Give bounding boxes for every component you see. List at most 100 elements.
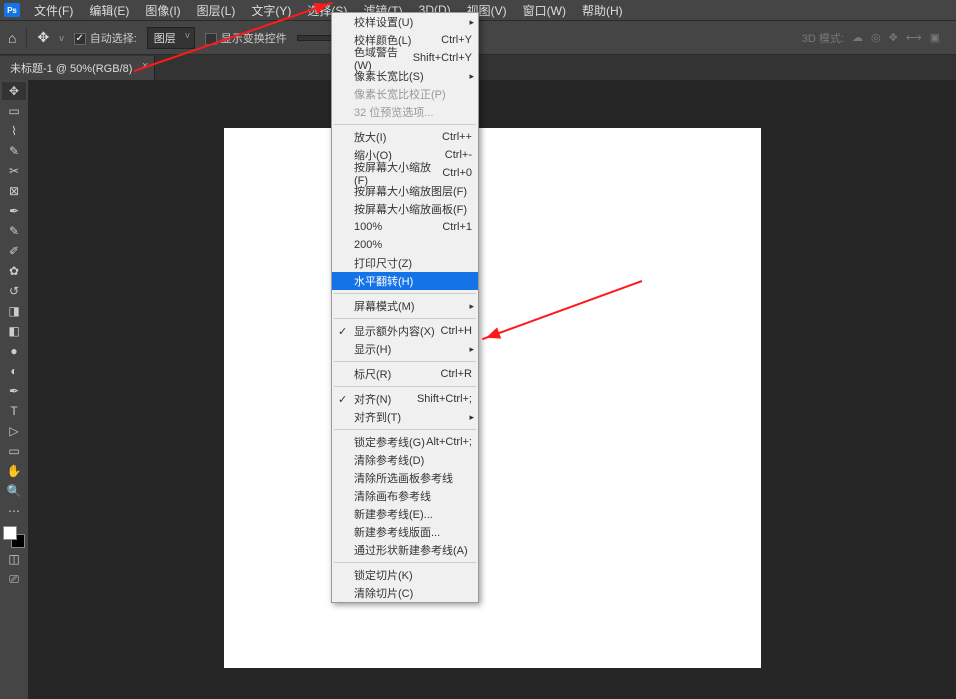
menu-item-9[interactable]: 按屏幕大小缩放(F)Ctrl+0: [332, 164, 478, 182]
menu-item-shortcut: Ctrl+H: [441, 325, 472, 337]
menu-item-36[interactable]: 清除切片(C): [332, 584, 478, 602]
stamp-tool[interactable]: ✿: [2, 262, 26, 280]
menu-item-label: 打印尺寸(Z): [354, 255, 472, 271]
screenmode-tool[interactable]: ⎚: [2, 570, 26, 588]
menu-item-12[interactable]: 100%Ctrl+1: [332, 218, 478, 236]
menu-item-25[interactable]: 对齐到(T)▸: [332, 408, 478, 426]
menu-item-label: 对齐到(T): [354, 409, 472, 425]
menu-item-20[interactable]: 显示(H)▸: [332, 340, 478, 358]
menu-item-19[interactable]: ✓显示额外内容(X)Ctrl+H: [332, 322, 478, 340]
menu-item-5: 32 位预览选项...: [332, 103, 478, 121]
quick-select-tool[interactable]: ✎: [2, 142, 26, 160]
menu-item-label: 显示(H): [354, 341, 472, 357]
frame-tool[interactable]: ⊠: [2, 182, 26, 200]
menu-item-label: 清除画布参考线: [354, 488, 472, 504]
ps-logo-icon: Ps: [4, 3, 20, 17]
history-brush-tool[interactable]: ↺: [2, 282, 26, 300]
move-tool-icon: ✥: [37, 29, 49, 46]
marquee-tool[interactable]: ▭: [2, 102, 26, 120]
3d-orbit-icon[interactable]: ☁: [852, 31, 863, 44]
menu-item-7[interactable]: 放大(I)Ctrl++: [332, 128, 478, 146]
edit-toolbar[interactable]: ⋯: [2, 502, 26, 520]
shape-tool[interactable]: ▭: [2, 442, 26, 460]
3d-camera-icon[interactable]: ▣: [930, 31, 940, 44]
menu-edit[interactable]: 编辑(E): [81, 0, 137, 21]
menu-item-shortcut: Ctrl+-: [445, 149, 472, 161]
menu-item-label: 像素长宽比(S): [354, 68, 472, 84]
menu-item-32[interactable]: 新建参考线版面...: [332, 523, 478, 541]
menu-item-label: 通过形状新建参考线(A): [354, 542, 472, 558]
menu-item-24[interactable]: ✓对齐(N)Shift+Ctrl+;: [332, 390, 478, 408]
menu-item-shortcut: Ctrl+R: [441, 368, 472, 380]
menu-item-11[interactable]: 按屏幕大小缩放画板(F): [332, 200, 478, 218]
3d-rotate-icon[interactable]: ◎: [871, 31, 881, 44]
menu-item-27[interactable]: 锁定参考线(G)Alt+Ctrl+;: [332, 433, 478, 451]
menu-item-29[interactable]: 清除所选画板参考线: [332, 469, 478, 487]
3d-pan-icon[interactable]: ✥: [889, 31, 898, 44]
menu-item-10[interactable]: 按屏幕大小缩放图层(F): [332, 182, 478, 200]
eyedropper-tool[interactable]: ✒: [2, 202, 26, 220]
zoom-tool[interactable]: 🔍: [2, 482, 26, 500]
menu-separator: [334, 318, 476, 319]
menu-item-2[interactable]: 色域警告(W)Shift+Ctrl+Y: [332, 49, 478, 67]
menu-separator: [334, 124, 476, 125]
menu-item-22[interactable]: 标尺(R)Ctrl+R: [332, 365, 478, 383]
menu-item-4: 像素长宽比校正(P): [332, 85, 478, 103]
menu-item-35[interactable]: 锁定切片(K): [332, 566, 478, 584]
menu-item-label: 锁定参考线(G): [354, 434, 426, 450]
submenu-arrow-icon: ▸: [469, 71, 474, 82]
menu-item-13[interactable]: 200%: [332, 236, 478, 254]
menu-item-shortcut: Ctrl+0: [442, 167, 472, 179]
3d-slide-icon[interactable]: ⟷: [906, 31, 922, 44]
menu-item-14[interactable]: 打印尺寸(Z): [332, 254, 478, 272]
document-tab[interactable]: 未标题-1 @ 50%(RGB/8): [0, 56, 155, 80]
healing-tool[interactable]: ✎: [2, 222, 26, 240]
menu-item-label: 清除参考线(D): [354, 452, 472, 468]
menu-item-0[interactable]: 校样设置(U)▸: [332, 13, 478, 31]
menu-item-label: 标尺(R): [354, 366, 441, 382]
menu-item-33[interactable]: 通过形状新建参考线(A): [332, 541, 478, 559]
layer-dropdown[interactable]: 图层: [147, 27, 195, 49]
eraser-tool[interactable]: ◨: [2, 302, 26, 320]
menu-item-30[interactable]: 清除画布参考线: [332, 487, 478, 505]
canvas[interactable]: [224, 128, 761, 668]
brush-tool[interactable]: ✐: [2, 242, 26, 260]
hand-tool[interactable]: ✋: [2, 462, 26, 480]
menu-item-label: 显示额外内容(X): [354, 323, 441, 339]
menu-item-3[interactable]: 像素长宽比(S)▸: [332, 67, 478, 85]
move-tool[interactable]: ✥: [2, 82, 26, 100]
blur-tool[interactable]: ●: [2, 342, 26, 360]
color-swatches[interactable]: [3, 526, 25, 548]
menu-item-label: 按屏幕大小缩放图层(F): [354, 183, 472, 199]
menu-separator: [334, 361, 476, 362]
pen-tool[interactable]: ✒: [2, 382, 26, 400]
menu-item-shortcut: Shift+Ctrl+;: [417, 393, 472, 405]
menu-item-label: 清除所选画板参考线: [354, 470, 472, 486]
lasso-tool[interactable]: ⌇: [2, 122, 26, 140]
auto-select-checkbox[interactable]: [74, 33, 86, 45]
menu-item-17[interactable]: 屏幕模式(M)▸: [332, 297, 478, 315]
path-select-tool[interactable]: ▷: [2, 422, 26, 440]
menu-separator: [334, 562, 476, 563]
quickmask-tool[interactable]: ◫: [2, 550, 26, 568]
menu-help[interactable]: 帮助(H): [574, 0, 631, 21]
menu-item-31[interactable]: 新建参考线(E)...: [332, 505, 478, 523]
text-tool[interactable]: T: [2, 402, 26, 420]
menu-layer[interactable]: 图层(L): [189, 0, 244, 21]
toolbox: ✥ ▭ ⌇ ✎ ✂ ⊠ ✒ ✎ ✐ ✿ ↺ ◨ ◧ ● ◐ ✒ T ▷ ▭ ✋ …: [0, 80, 28, 699]
menu-window[interactable]: 窗口(W): [515, 0, 574, 21]
menu-item-shortcut: Ctrl+1: [442, 221, 472, 233]
home-icon[interactable]: ⌂: [8, 30, 16, 46]
menu-image[interactable]: 图像(I): [137, 0, 188, 21]
menu-item-15[interactable]: 水平翻转(H): [332, 272, 478, 290]
3d-mode-label: 3D 模式:: [802, 30, 844, 46]
menu-separator: [334, 293, 476, 294]
crop-tool[interactable]: ✂: [2, 162, 26, 180]
menu-file[interactable]: 文件(F): [26, 0, 81, 21]
foreground-swatch[interactable]: [3, 526, 17, 540]
gradient-tool[interactable]: ◧: [2, 322, 26, 340]
menu-item-28[interactable]: 清除参考线(D): [332, 451, 478, 469]
check-icon: ✓: [338, 393, 347, 406]
menu-item-label: 200%: [354, 239, 472, 251]
dodge-tool[interactable]: ◐: [2, 362, 26, 380]
